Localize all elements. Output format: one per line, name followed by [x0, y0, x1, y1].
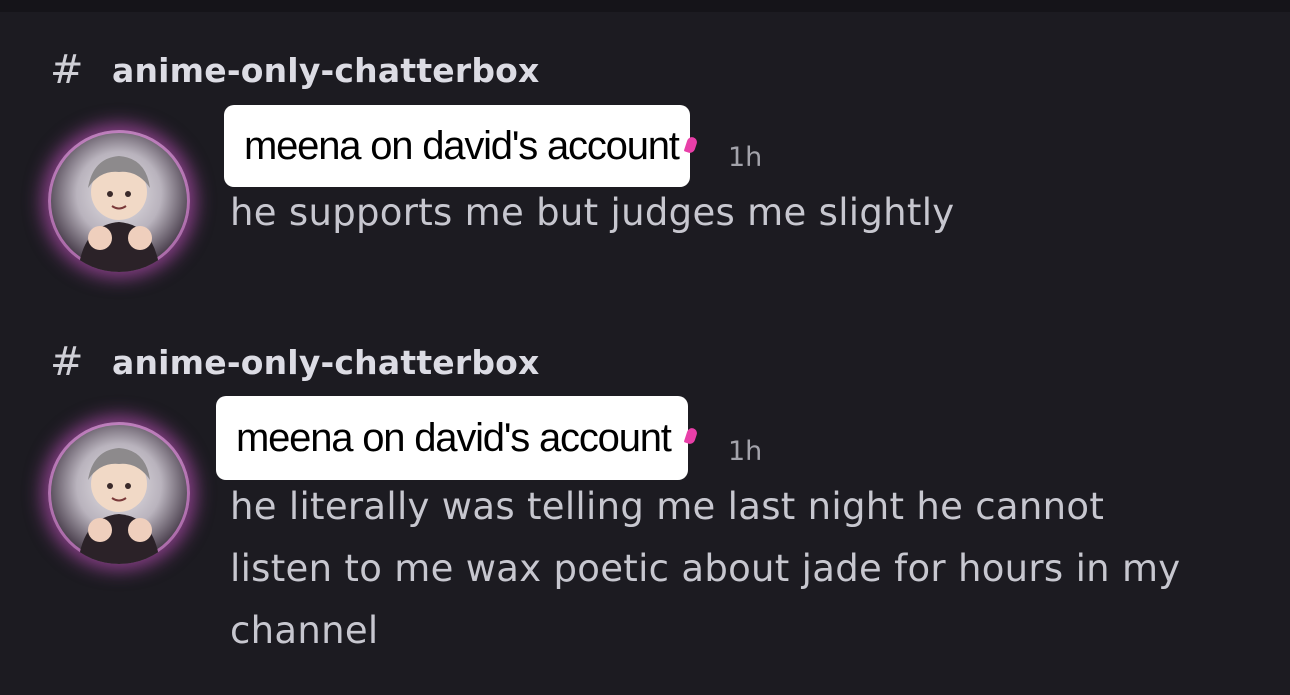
channel-header[interactable]: # anime-only-chatterbox: [50, 50, 540, 90]
hash-icon: #: [50, 47, 84, 93]
channel-name: anime-only-chatterbox: [112, 50, 540, 90]
hash-icon: #: [50, 339, 84, 385]
timestamp: 1h: [728, 142, 763, 173]
timestamp: 1h: [728, 436, 763, 467]
author-name[interactable]: meena on david's account: [224, 105, 690, 187]
message-item[interactable]: # anime-only-chatterbox meena on david's…: [0, 342, 1290, 682]
author-name[interactable]: meena on david's account: [216, 396, 688, 480]
message-text: he supports me but judges me slightly: [230, 191, 955, 234]
top-edge: [0, 0, 1290, 12]
channel-name: anime-only-chatterbox: [112, 342, 540, 382]
message-text: he literally was telling me last night h…: [230, 485, 1181, 652]
avatar[interactable]: [48, 130, 190, 272]
avatar[interactable]: [48, 422, 190, 564]
author-name-text: meena on david's account: [236, 415, 672, 460]
author-name-text: meena on david's account: [244, 123, 680, 168]
message-item[interactable]: # anime-only-chatterbox meena on david's…: [0, 50, 1290, 280]
channel-header[interactable]: # anime-only-chatterbox: [50, 342, 540, 382]
